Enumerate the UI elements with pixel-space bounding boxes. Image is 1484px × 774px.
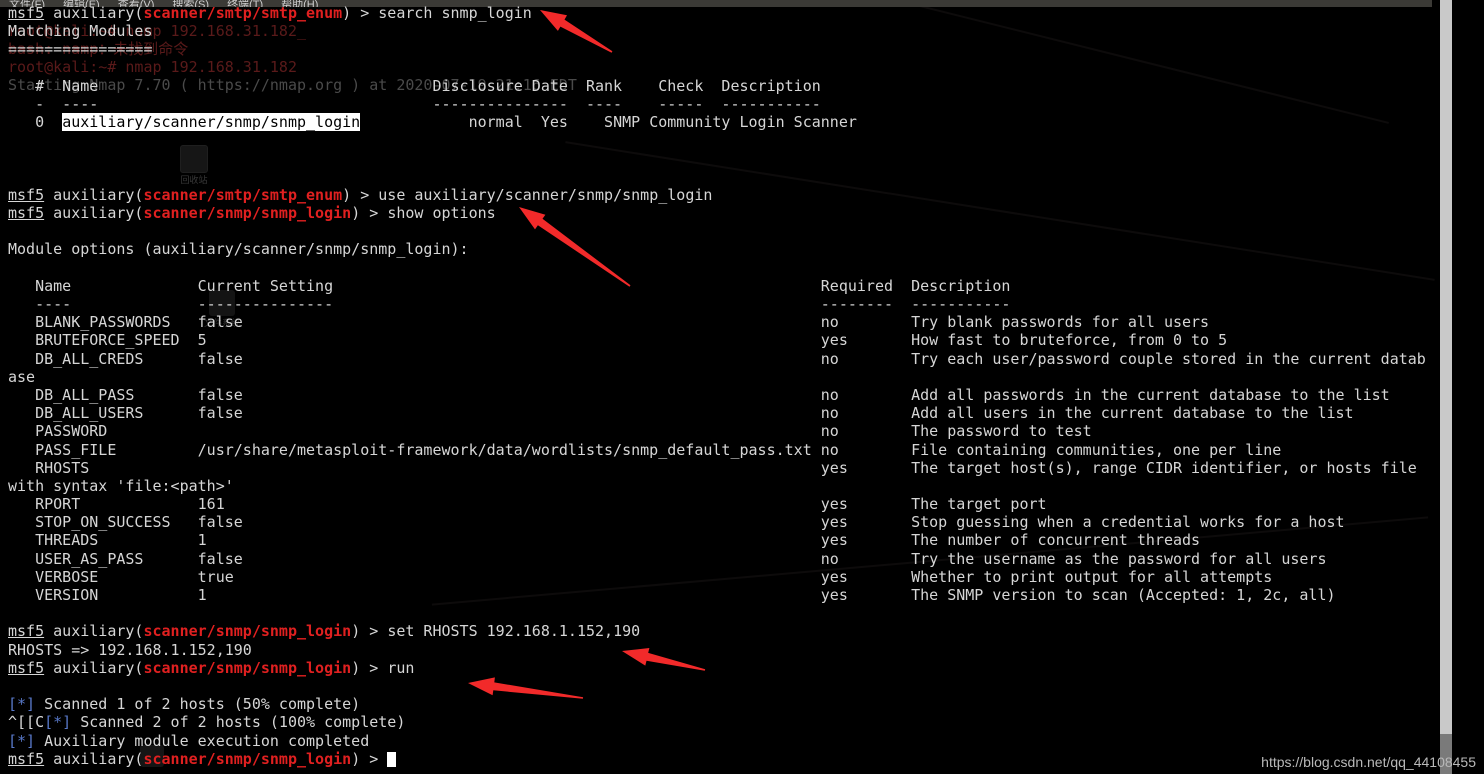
status-output-line: [*] Auxiliary module execution completed — [8, 732, 1432, 750]
terminal-text-line: Matching Modules — [8, 22, 153, 41]
terminal-text-line: BLANK_PASSWORDS false no Try blank passw… — [8, 313, 1210, 332]
terminal-text-line: with syntax 'file:<path>' — [8, 476, 234, 495]
terminal-output[interactable]: msf5 auxiliary(scanner/smtp/smtp_enum) >… — [0, 0, 1432, 774]
status-output-line: [*] Scanned 1 of 2 hosts (50% complete) — [8, 695, 1432, 713]
highlighted-module-name[interactable]: auxiliary/scanner/snmp/snmp_login — [62, 113, 361, 132]
info-marker: [*] — [44, 713, 72, 732]
terminal-text-line: RPORT 161 yes The target port — [8, 495, 1047, 514]
terminal-text-line — [8, 131, 1432, 149]
prompt-user: msf5 — [8, 204, 45, 223]
terminal-text-line: ase — [8, 367, 36, 386]
terminal-text-line: BRUTEFORCE_SPEED 5 yes How fast to brute… — [8, 331, 1228, 350]
terminal-text-line: DB_ALL_CREDS false no Try each user/pass… — [8, 349, 1426, 368]
terminal-text-line: Name Current Setting Required Descriptio… — [8, 276, 1011, 295]
terminal-text-line — [8, 59, 1432, 77]
prompt-module-path: scanner/snmp/snmp_login — [143, 622, 352, 641]
terminal-prompt-line: msf5 auxiliary(scanner/smtp/smtp_enum) >… — [8, 185, 713, 204]
terminal-text-line: VERBOSE true yes Whether to print output… — [8, 567, 1273, 586]
terminal-text-line — [8, 168, 1432, 186]
status-output-line: ^[[C[*] Scanned 2 of 2 hosts (100% compl… — [8, 713, 406, 732]
prompt-module-path: scanner/smtp/smtp_enum — [143, 4, 343, 22]
terminal-text-line: - ---- --------------- ---- ----- ------… — [8, 94, 821, 113]
csdn-watermark: https://blog.csdn.net/qq_44108455 — [1261, 754, 1476, 770]
vertical-scrollbar[interactable] — [1440, 0, 1452, 774]
terminal-cursor — [387, 751, 397, 767]
prompt-command: set RHOSTS 192.168.1.152,190 — [387, 622, 641, 641]
prompt-user: msf5 — [8, 4, 45, 22]
prompt-module-path: scanner/smtp/smtp_enum — [143, 185, 343, 204]
terminal-text-line: PASSWORD no The password to test — [8, 422, 1092, 441]
terminal-prompt-line: msf5 auxiliary(scanner/snmp/snmp_login) … — [8, 658, 415, 677]
terminal-text-line: RHOSTS => 192.168.1.152,190 — [8, 640, 252, 659]
terminal-text-line — [8, 150, 1432, 168]
right-gutter — [1452, 0, 1484, 774]
terminal-prompt-line: msf5 auxiliary(scanner/snmp/snmp_login) … — [8, 204, 496, 223]
terminal-text-line: ================ — [8, 40, 153, 59]
terminal-text-line: Module options (auxiliary/scanner/snmp/s… — [8, 240, 469, 259]
terminal-text-line: DB_ALL_USERS false no Add all users in t… — [8, 404, 1354, 423]
terminal-text-line — [8, 222, 1432, 240]
terminal-text-line: DB_ALL_PASS false no Add all passwords i… — [8, 385, 1390, 404]
terminal-prompt-line: msf5 auxiliary(scanner/snmp/snmp_login) … — [8, 622, 641, 641]
terminal-text-line: STOP_ON_SUCCESS false yes Stop guessing … — [8, 513, 1345, 532]
terminal-text-line: ---- --------------- -------- ----------… — [8, 295, 1011, 313]
info-marker: [*] — [8, 695, 36, 714]
prompt-command: run — [387, 658, 415, 677]
terminal-window: root@kali:~# namp 192.168.31.182_ bash: … — [0, 0, 1484, 774]
terminal-text-line: THREADS 1 yes The number of concurrent t… — [8, 531, 1201, 550]
status-text: Auxiliary module execution completed — [35, 731, 370, 750]
terminal-text-line: # Name Disclosure Date Rank Check Descri… — [8, 76, 821, 95]
prompt-user: msf5 — [8, 185, 45, 204]
status-text: Scanned 2 of 2 hosts (100% complete) — [71, 713, 406, 732]
status-text: Scanned 1 of 2 hosts (50% complete) — [35, 695, 361, 714]
prompt-user: msf5 — [8, 622, 45, 641]
search-result-row: 0 auxiliary/scanner/snmp/snmp_login norm… — [8, 113, 857, 132]
prompt-module-path: scanner/snmp/snmp_login — [143, 658, 352, 677]
prompt-command: show options — [387, 204, 496, 223]
prompt-command: search snmp_login — [378, 4, 532, 22]
terminal-text-line — [8, 677, 1432, 695]
terminal-text-line: VERSION 1 yes The SNMP version to scan (… — [8, 586, 1336, 604]
prompt-command: use auxiliary/scanner/snmp/snmp_login — [378, 185, 713, 204]
terminal-text-line: RHOSTS yes The target host(s), range CID… — [8, 458, 1417, 477]
terminal-prompt-line: msf5 auxiliary(scanner/smtp/smtp_enum) >… — [8, 4, 532, 22]
terminal-text-line — [8, 604, 1432, 622]
terminal-text-line: PASS_FILE /usr/share/metasploit-framewor… — [8, 440, 1282, 459]
prompt-module-path: scanner/snmp/snmp_login — [143, 204, 352, 223]
terminal-prompt-line: msf5 auxiliary(scanner/snmp/snmp_login) … — [8, 750, 1432, 768]
prompt-user: msf5 — [8, 749, 45, 768]
info-marker: [*] — [8, 731, 36, 750]
terminal-text-line: USER_AS_PASS false no Try the username a… — [8, 549, 1327, 568]
prompt-user: msf5 — [8, 658, 45, 677]
prompt-module-path: scanner/snmp/snmp_login — [143, 749, 352, 768]
terminal-text-line — [8, 259, 1432, 277]
